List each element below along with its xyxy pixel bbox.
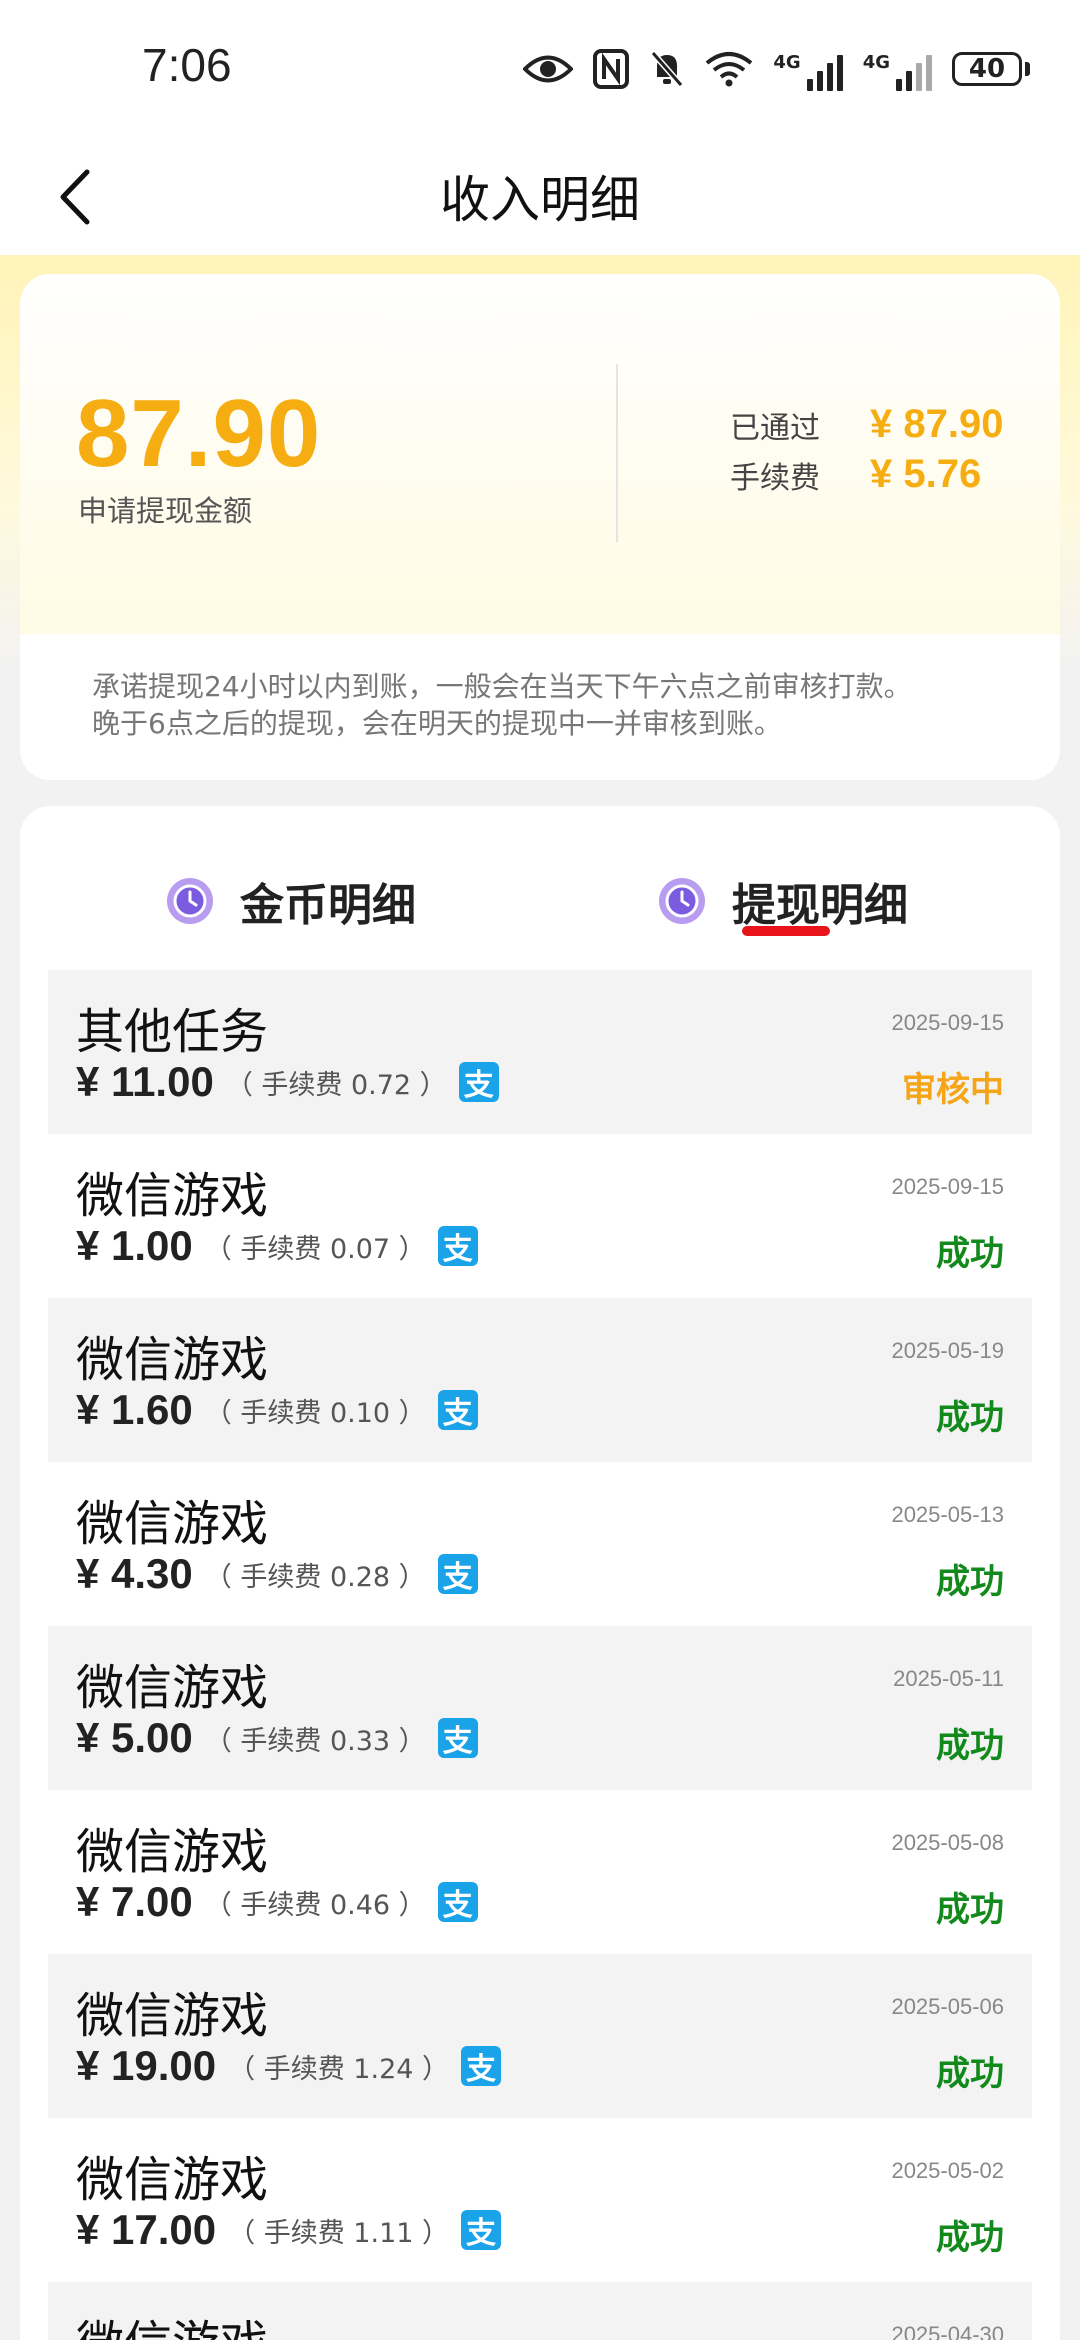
record-fee: （ 手续费 0.33 ） bbox=[204, 1725, 426, 1757]
signal-4g-icon-2: 4G bbox=[863, 47, 932, 91]
page-title: 收入明细 bbox=[440, 171, 640, 229]
clock-icon bbox=[167, 878, 213, 924]
passed-label: 已通过 bbox=[730, 410, 820, 446]
record-amount: ¥ 5.00 bbox=[76, 1714, 193, 1761]
status-icons: 4G 4G 40 bbox=[523, 44, 1030, 94]
record-date: 2025-05-02 bbox=[891, 2158, 1004, 2183]
record-task: 其他任务 bbox=[76, 1004, 269, 1060]
nav-header: 收入明细 bbox=[0, 140, 1080, 255]
table-row[interactable]: 微信游戏 ¥ 1.60 （ 手续费 0.10 ） 支 2025-05-19 成功 bbox=[48, 1298, 1032, 1462]
active-tab-indicator bbox=[742, 926, 830, 936]
record-status: 成功 bbox=[936, 1890, 1004, 1930]
record-amount-line: ¥ 5.00 （ 手续费 0.33 ） 支 bbox=[76, 1714, 478, 1762]
record-date: 2025-05-11 bbox=[893, 1666, 1004, 1691]
withdraw-amount-label: 申请提现金额 bbox=[78, 494, 253, 528]
withdraw-amount: 87.90 bbox=[76, 380, 322, 487]
detail-card: 金币明细 提现明细 其他任务 ¥ 11.00 （ 手续费 0.72 ）支 2025-0… bbox=[20, 806, 1060, 2340]
record-amount: ¥ 4.30 bbox=[76, 1550, 193, 1597]
status-bar: 7:06 4G 4G 40 bbox=[0, 0, 1080, 140]
alipay-icon: 支 bbox=[437, 1718, 478, 1759]
status-time: 7:06 bbox=[142, 39, 232, 91]
record-amount: ¥ 1.60 bbox=[76, 1386, 193, 1433]
table-row[interactable]: 微信游戏 ¥ 17.00 （ 手续费 1.11 ） 支 2025-05-02 成功 bbox=[48, 2118, 1032, 2282]
record-amount: ¥ 11.00 bbox=[76, 1058, 214, 1105]
record-task: 微信游戏 bbox=[76, 1332, 269, 1388]
alipay-icon: 支 bbox=[461, 2046, 502, 2087]
alipay-icon: 支 bbox=[458, 1062, 499, 1103]
record-task: 微信游戏 bbox=[76, 2152, 269, 2208]
record-task: 微信游戏 bbox=[76, 1660, 269, 1716]
record-fee: （ 手续费 0.72 ） bbox=[225, 1069, 447, 1101]
fee-stat: 手续费 ¥ 5.76 bbox=[730, 452, 981, 497]
record-date: 2025-04-30 bbox=[891, 2322, 1004, 2340]
battery-level: 40 bbox=[952, 52, 1022, 86]
battery-icon: 40 bbox=[952, 52, 1030, 86]
table-row[interactable]: 微信游戏 2025-04-30 bbox=[48, 2282, 1032, 2340]
record-task: 微信游戏 bbox=[76, 1496, 269, 1552]
record-task: 微信游戏 bbox=[76, 2304, 268, 2340]
record-status: 成功 bbox=[936, 1726, 1004, 1766]
passed-stat: 已通过 ¥ 87.90 bbox=[730, 402, 1003, 447]
withdraw-notice: 承诺提现24小时以内到账，一般会在当天下午六点之前审核打款。 晚于6点之后的提现… bbox=[92, 670, 912, 740]
nfc-icon bbox=[593, 44, 630, 94]
alipay-icon: 支 bbox=[437, 1882, 478, 1923]
table-row[interactable]: 其他任务 ¥ 11.00 （ 手续费 0.72 ） 支 2025-09-15 审核中 bbox=[48, 970, 1032, 1134]
alipay-icon: 支 bbox=[461, 2210, 502, 2251]
passed-value: ¥ 87.90 bbox=[870, 402, 1004, 446]
record-amount-line: ¥ 17.00 （ 手续费 1.11 ） 支 bbox=[76, 2206, 502, 2254]
record-fee: （ 手续费 0.07 ） bbox=[204, 1233, 426, 1265]
fee-label: 手续费 bbox=[730, 460, 820, 496]
record-date: 2025-05-08 bbox=[891, 1830, 1004, 1855]
record-amount-line: ¥ 7.00 （ 手续费 0.46 ） 支 bbox=[76, 1878, 478, 1926]
record-fee: （ 手续费 1.24 ） bbox=[228, 2053, 450, 2085]
record-amount: ¥ 7.00 bbox=[76, 1878, 193, 1925]
table-row[interactable]: 微信游戏 ¥ 5.00 （ 手续费 0.33 ） 支 2025-05-11 成功 bbox=[48, 1626, 1032, 1790]
record-task: 微信游戏 bbox=[76, 1168, 269, 1224]
alipay-icon: 支 bbox=[437, 1390, 478, 1431]
record-amount-line: ¥ 11.00 （ 手续费 0.72 ） 支 bbox=[76, 1058, 499, 1106]
wifi-icon bbox=[705, 44, 753, 94]
record-date: 2025-05-19 bbox=[891, 1338, 1004, 1363]
record-task: 微信游戏 bbox=[76, 1824, 269, 1880]
record-task: 微信游戏 bbox=[76, 1988, 269, 2044]
table-row[interactable]: 微信游戏 ¥ 7.00 （ 手续费 0.46 ） 支 2025-05-08 成功 bbox=[48, 1790, 1032, 1954]
mute-bell-icon bbox=[649, 44, 685, 94]
app-screen: 7:06 4G 4G 40 收入明细 87.90 申请提现金额 已通过 ¥ 87… bbox=[0, 0, 1080, 2340]
record-fee: （ 手续费 0.46 ） bbox=[204, 1889, 426, 1921]
record-amount: ¥ 19.00 bbox=[76, 2042, 217, 2089]
table-row[interactable]: 微信游戏 ¥ 19.00 （ 手续费 1.24 ） 支 2025-05-06 成功 bbox=[48, 1954, 1032, 2118]
record-amount: ¥ 17.00 bbox=[76, 2206, 217, 2253]
record-status: 成功 bbox=[936, 1234, 1004, 1274]
record-date: 2025-05-06 bbox=[891, 1994, 1004, 2019]
table-row[interactable]: 微信游戏 ¥ 4.30 （ 手续费 0.28 ） 支 2025-05-13 成功 bbox=[48, 1462, 1032, 1626]
tab-coin-detail[interactable]: 金币明细 bbox=[166, 866, 416, 936]
record-status: 成功 bbox=[936, 2054, 1004, 2094]
record-status: 成功 bbox=[936, 1562, 1004, 1602]
record-fee: （ 手续费 0.28 ） bbox=[204, 1561, 426, 1593]
eye-icon bbox=[523, 44, 574, 94]
record-date: 2025-09-15 bbox=[891, 1174, 1004, 1199]
record-date: 2025-09-15 bbox=[891, 1010, 1004, 1035]
fee-value: ¥ 5.76 bbox=[870, 452, 982, 496]
table-row[interactable]: 微信游戏 ¥ 1.00 （ 手续费 0.07 ） 支 2025-09-15 成功 bbox=[48, 1134, 1032, 1298]
alipay-icon: 支 bbox=[437, 1554, 478, 1595]
record-status: 成功 bbox=[936, 1398, 1004, 1438]
alipay-icon: 支 bbox=[437, 1226, 478, 1267]
record-amount-line: ¥ 1.00 （ 手续费 0.07 ） 支 bbox=[76, 1222, 478, 1270]
clock-icon bbox=[659, 878, 705, 924]
record-status: 审核中 bbox=[902, 1070, 1004, 1110]
record-fee: （ 手续费 0.10 ） bbox=[204, 1397, 426, 1429]
signal-4g-icon-1: 4G bbox=[773, 47, 843, 91]
record-amount-line: ¥ 1.60 （ 手续费 0.10 ） 支 bbox=[76, 1386, 478, 1434]
record-date: 2025-05-13 bbox=[891, 1502, 1004, 1527]
withdraw-summary-card: 87.90 申请提现金额 已通过 ¥ 87.90 手续费 ¥ 5.76 承诺提现… bbox=[20, 274, 1060, 780]
record-status: 成功 bbox=[936, 2218, 1004, 2258]
record-amount-line: ¥ 4.30 （ 手续费 0.28 ） 支 bbox=[76, 1550, 478, 1598]
record-amount-line: ¥ 19.00 （ 手续费 1.24 ） 支 bbox=[76, 2042, 502, 2090]
record-fee: （ 手续费 1.11 ） bbox=[228, 2217, 450, 2249]
record-amount: ¥ 1.00 bbox=[76, 1222, 193, 1269]
divider bbox=[616, 364, 618, 542]
withdraw-record-list: 其他任务 ¥ 11.00 （ 手续费 0.72 ） 支 2025-09-15 审核中微信游… bbox=[48, 970, 1032, 2340]
